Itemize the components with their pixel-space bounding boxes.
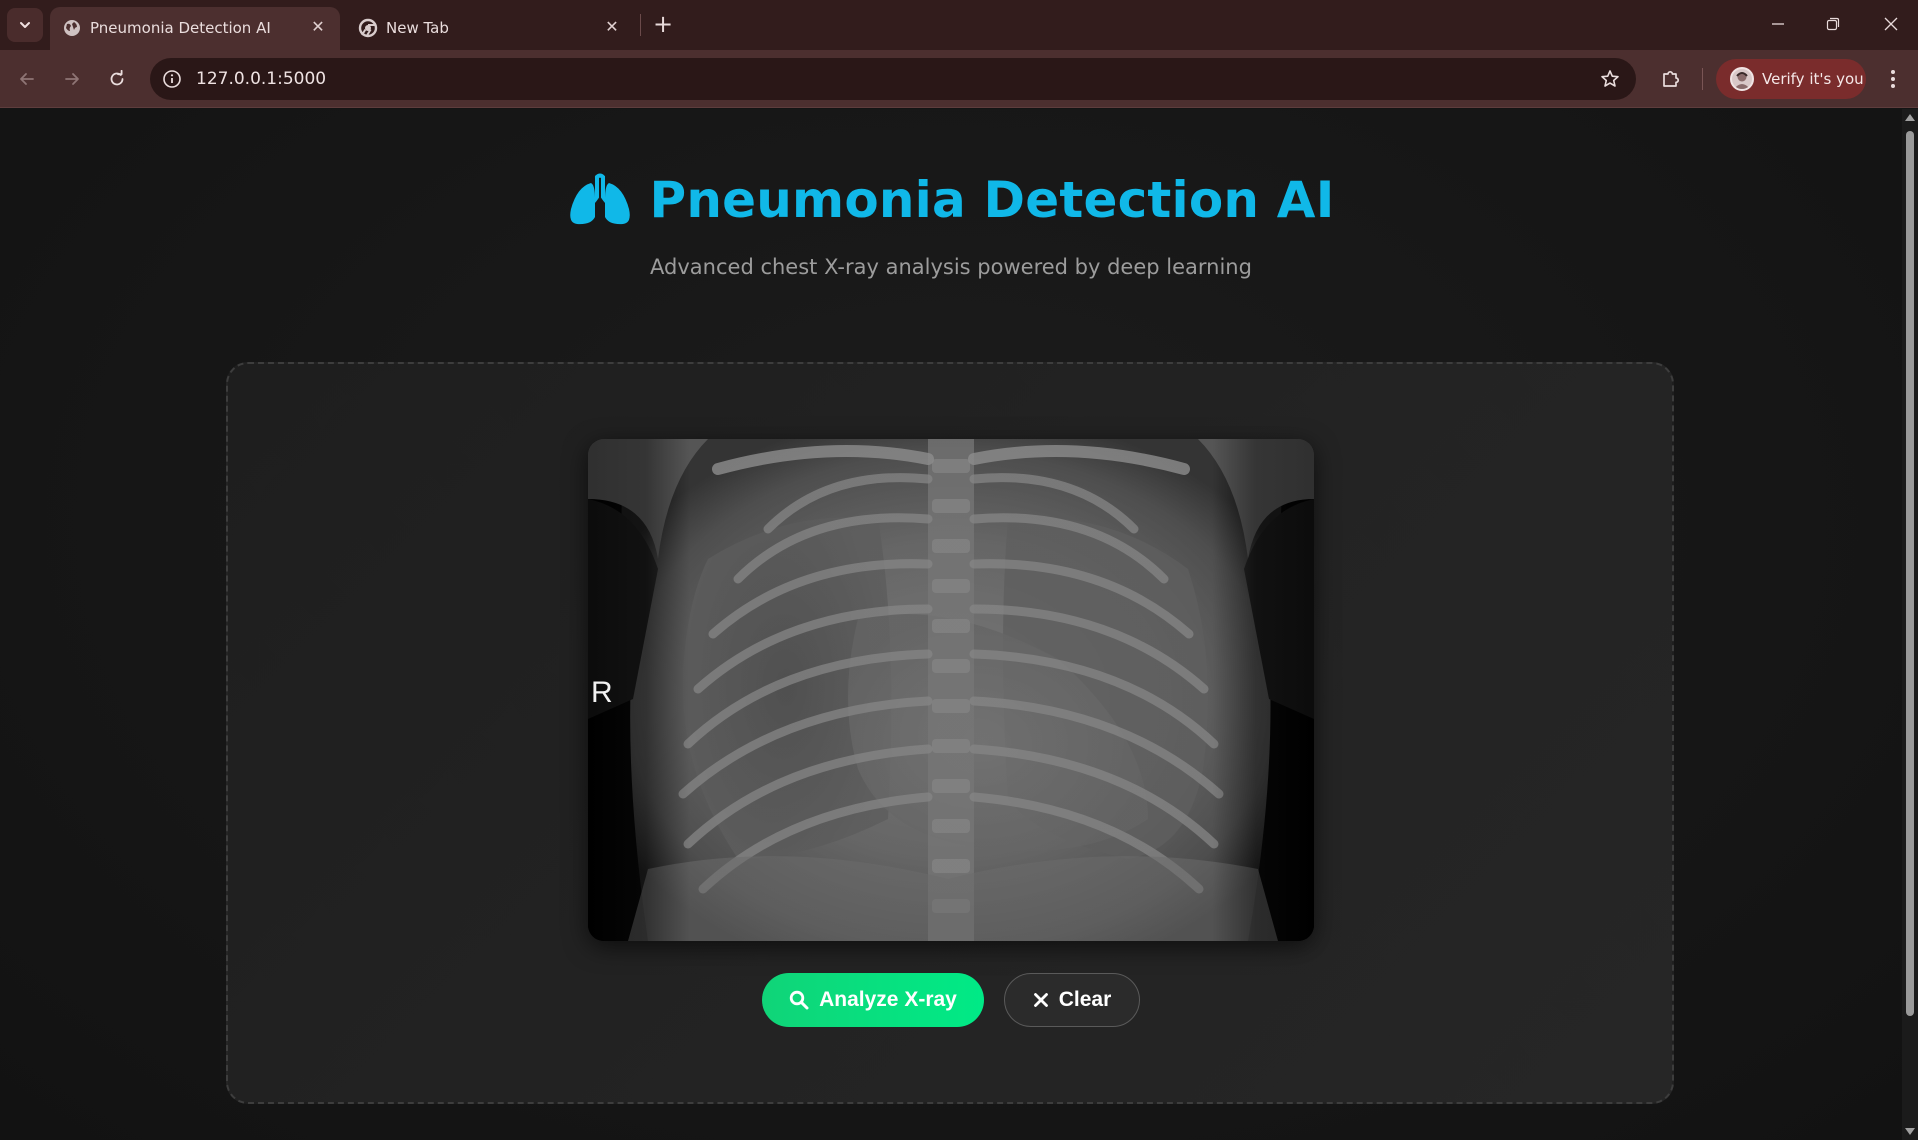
toolbar-divider [1702, 68, 1703, 90]
xray-side-marker: R [591, 676, 613, 709]
reload-button[interactable] [102, 64, 132, 94]
avatar [1730, 67, 1754, 91]
page-subtitle: Advanced chest X-ray analysis powered by… [650, 255, 1252, 279]
chevron-down-icon [20, 22, 30, 28]
new-tab-button[interactable]: + [650, 10, 676, 38]
site-info-icon[interactable] [160, 67, 184, 91]
profile-verify-label: Verify it's you [1762, 70, 1864, 88]
forward-button[interactable] [57, 64, 87, 94]
arrow-right-icon [65, 73, 79, 85]
title-row: Pneumonia Detection AI [567, 171, 1334, 229]
close-window-button[interactable] [1871, 10, 1911, 38]
tab-search-button[interactable] [7, 8, 43, 42]
browser-tab-bar: Pneumonia Detection AI ✕ New Tab ✕ + [0, 0, 1918, 50]
extensions-button[interactable] [1656, 64, 1686, 94]
arrow-left-icon [20, 73, 34, 85]
globe-icon [64, 20, 80, 36]
page-title: Pneumonia Detection AI [649, 171, 1335, 229]
analyze-xray-label: Analyze X-ray [819, 988, 957, 1011]
close-icon [1033, 993, 1048, 1007]
url-text[interactable]: 127.0.0.1:5000 [196, 69, 326, 89]
search-icon [789, 990, 809, 1010]
browser-toolbar: 127.0.0.1:5000 Verify it's you [0, 50, 1918, 108]
tab-title: Pneumonia Detection AI [90, 19, 271, 37]
reload-icon [110, 70, 124, 86]
more-vertical-icon [1891, 70, 1895, 88]
chrome-icon [358, 18, 378, 38]
puzzle-icon [1663, 70, 1680, 87]
clear-label: Clear [1058, 988, 1112, 1011]
upload-dropzone[interactable]: R Analyze X-ray Clear [226, 362, 1674, 1104]
scrollbar-thumb[interactable] [1906, 131, 1914, 1016]
minimize-button[interactable] [1758, 10, 1798, 38]
action-buttons: Analyze X-ray Clear [762, 973, 1140, 1027]
analyze-xray-button[interactable]: Analyze X-ray [762, 973, 984, 1027]
browser-menu-button[interactable] [1880, 64, 1906, 94]
close-tab-icon[interactable]: ✕ [602, 17, 622, 37]
clear-button[interactable]: Clear [1004, 973, 1140, 1027]
tab-pneumonia-detection[interactable]: Pneumonia Detection AI ✕ [50, 7, 340, 50]
bookmark-star-icon[interactable] [1598, 67, 1622, 91]
scroll-down-arrow-icon[interactable] [1905, 1128, 1915, 1135]
restore-button[interactable] [1813, 10, 1853, 38]
close-tab-icon[interactable]: ✕ [308, 17, 328, 37]
tab-divider [640, 14, 641, 36]
page-header: Pneumonia Detection AI [0, 171, 1902, 231]
back-button[interactable] [12, 64, 42, 94]
lungs-icon [570, 173, 631, 225]
tab-new-tab[interactable]: New Tab ✕ [346, 7, 634, 50]
page-scrollbar[interactable] [1902, 109, 1918, 1140]
tab-title: New Tab [386, 19, 449, 37]
page-viewport: Pneumonia Detection AI Advanced chest X-… [0, 109, 1902, 1140]
profile-verify-button[interactable]: Verify it's you [1716, 59, 1866, 99]
close-icon [1884, 17, 1898, 31]
minimize-icon [1772, 23, 1784, 25]
xray-preview-image: R [588, 439, 1314, 941]
scroll-up-arrow-icon[interactable] [1905, 114, 1915, 121]
restore-icon [1826, 17, 1840, 31]
address-bar[interactable]: 127.0.0.1:5000 [150, 58, 1636, 100]
